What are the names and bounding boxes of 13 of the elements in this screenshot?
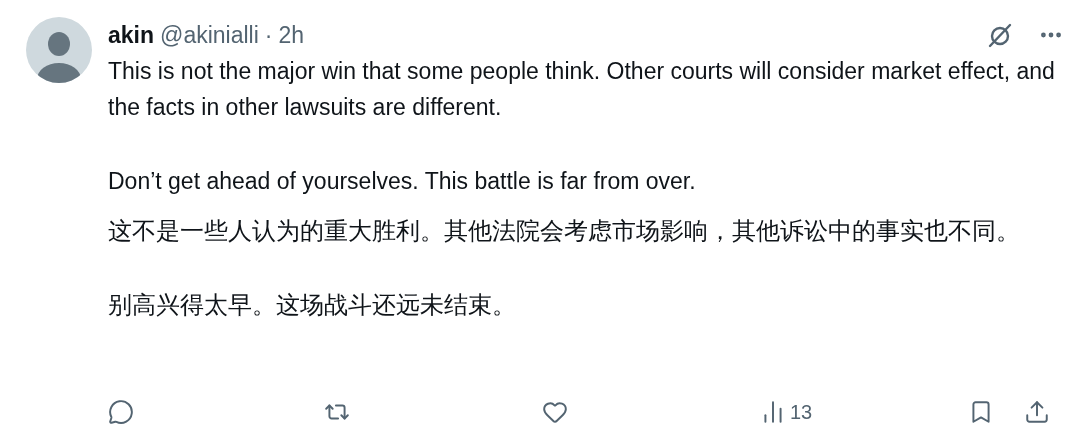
post-time[interactable]: 2h	[278, 21, 305, 49]
post-text: Don’t get ahead of yourselves. This battle is far from over.	[108, 167, 697, 196]
translated-text: 这不是一些人认为的重大胜利。其他法院会考虑市场影响，其他诉讼中的事实也不同。	[108, 216, 1021, 247]
author-name[interactable]: akin	[108, 21, 155, 49]
views-button[interactable]: 13	[760, 399, 968, 425]
heart-icon	[542, 399, 568, 425]
slashed-circle-icon[interactable]	[986, 21, 1014, 49]
reply-icon	[108, 399, 134, 425]
translated-text: 别高兴得太早。这场战斗还远未结束。	[108, 290, 517, 321]
separator: ·	[264, 21, 273, 49]
post-text: This is not the major win that some people think. Other courts will consider market effect, and the facts in other lawsuits are different.	[108, 57, 1056, 122]
share-icon	[1024, 399, 1050, 425]
author-handle[interactable]: @akinialli	[160, 21, 259, 49]
